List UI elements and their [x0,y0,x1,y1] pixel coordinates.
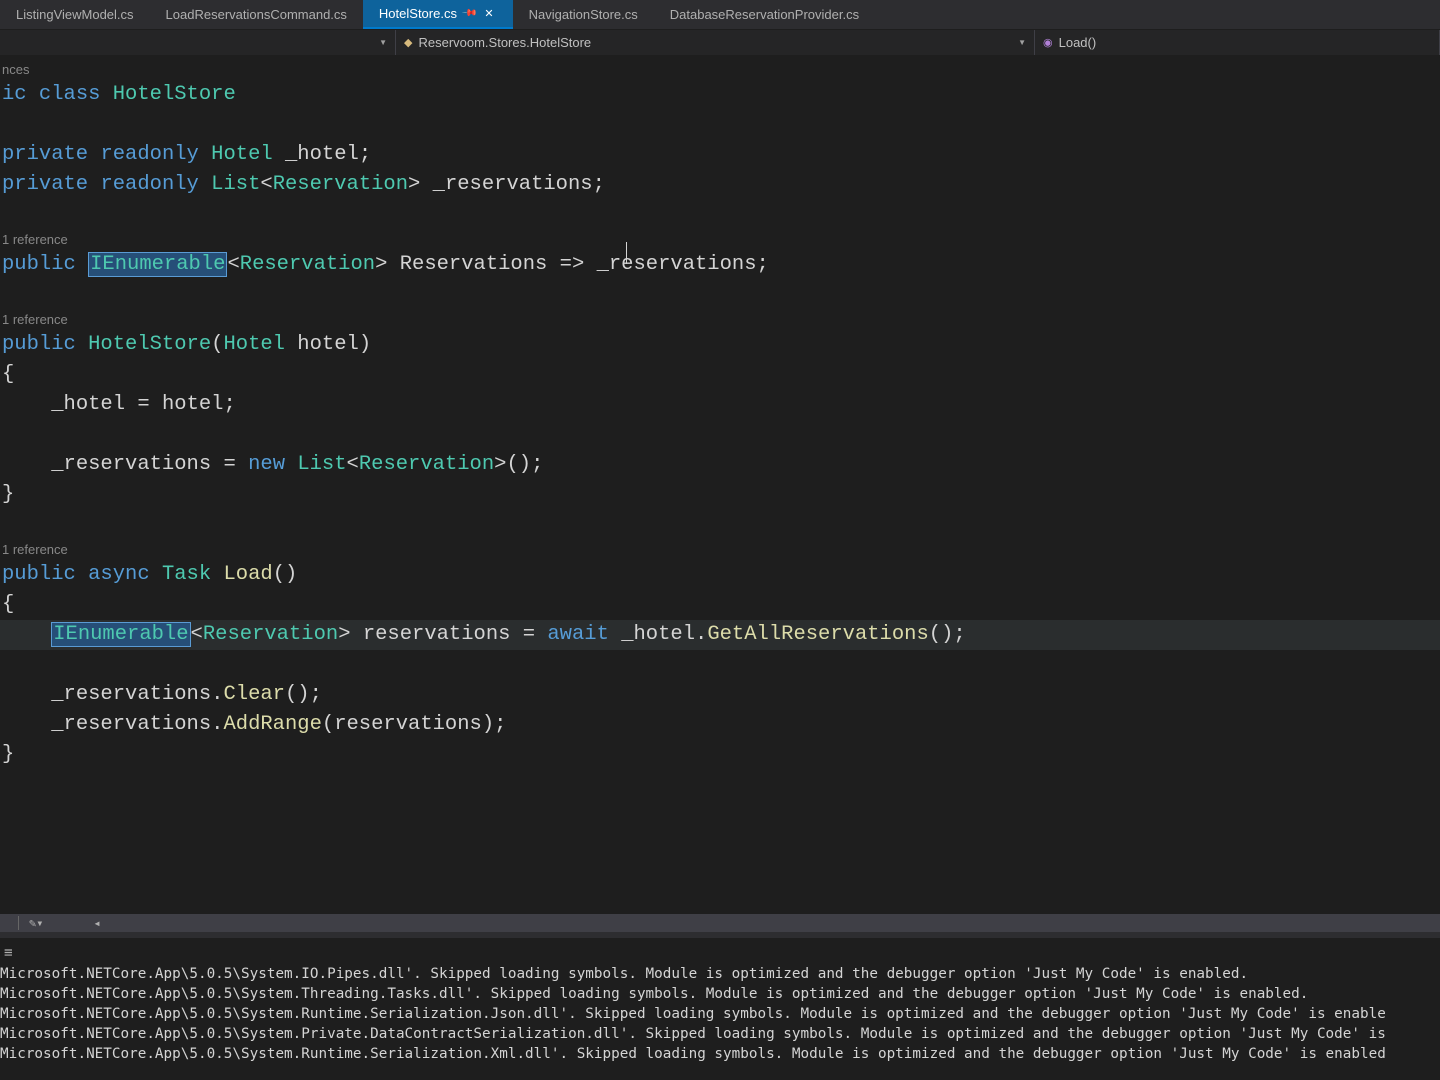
codelens-class[interactable]: nces [0,60,1440,80]
pin-icon[interactable]: 📌 [461,5,478,22]
output-line: Microsoft.NETCore.App\5.0.5\System.Runti… [0,1044,1440,1064]
code-line: private readonly List<Reservation> _rese… [0,170,1440,200]
code-line: } [0,740,1440,770]
code-line: { [0,590,1440,620]
output-line: Microsoft.NETCore.App\5.0.5\System.IO.Pi… [0,964,1440,984]
method-icon: ◉ [1043,36,1053,49]
tab-bar: ListingViewModel.cs LoadReservationsComm… [0,0,1440,30]
code-line: } [0,480,1440,510]
member-dropdown-label: Load() [1059,35,1097,50]
member-dropdown[interactable]: ◉ Load() [1035,30,1440,55]
tab-databasereservationprovider[interactable]: DatabaseReservationProvider.cs [654,0,875,29]
code-line: _reservations = new List<Reservation>(); [0,450,1440,480]
code-line: _reservations.AddRange(reservations); [0,710,1440,740]
navigation-bar: ▼ ◆ Reservoom.Stores.HotelStore ▼ ◉ Load… [0,30,1440,56]
output-line: Microsoft.NETCore.App\5.0.5\System.Priva… [0,1024,1440,1044]
output-line: Microsoft.NETCore.App\5.0.5\System.Threa… [0,984,1440,1004]
chevron-left-icon[interactable]: ◂ [93,916,100,931]
code-line: ic class HotelStore [0,80,1440,110]
code-line-current: IEnumerable<Reservation> reservations = … [0,620,1440,650]
tab-loadreservationscommand[interactable]: LoadReservationsCommand.cs [150,0,363,29]
code-line: public HotelStore(Hotel hotel) [0,330,1440,360]
code-line: _reservations.Clear(); [0,680,1440,710]
code-line: public async Task Load() [0,560,1440,590]
codelens-property[interactable]: 1 reference [0,230,1440,250]
project-dropdown[interactable]: ▼ [0,30,396,55]
class-dropdown[interactable]: ◆ Reservoom.Stores.HotelStore ▼ [396,30,1035,55]
code-line: { [0,360,1440,390]
namespace-icon: ◆ [404,36,412,49]
output-panel: ≡ Microsoft.NETCore.App\5.0.5\System.IO.… [0,932,1440,1064]
chevron-down-icon: ▼ [1018,38,1026,47]
tab-navigationstore[interactable]: NavigationStore.cs [513,0,654,29]
editor-bottom-toolbar: ✎▾ ◂ [0,914,1440,932]
codelens-method[interactable]: 1 reference [0,540,1440,560]
text-cursor [626,242,627,264]
brush-icon[interactable]: ✎▾ [29,916,43,931]
output-line: Microsoft.NETCore.App\5.0.5\System.Runti… [0,1004,1440,1024]
codelens-constructor[interactable]: 1 reference [0,310,1440,330]
code-line: _hotel = hotel; [0,390,1440,420]
code-line: public IEnumerable<Reservation> Reservat… [0,250,1440,280]
code-editor[interactable]: nces ic class HotelStore private readonl… [0,56,1440,914]
chevron-down-icon: ▼ [379,38,387,47]
code-line: private readonly Hotel _hotel; [0,140,1440,170]
tab-hotelstore[interactable]: HotelStore.cs 📌 ✕ [363,0,513,29]
close-icon[interactable]: ✕ [481,6,496,21]
tab-listingviewmodel[interactable]: ListingViewModel.cs [0,0,150,29]
output-indent-icon[interactable]: ≡ [4,943,13,963]
class-dropdown-label: Reservoom.Stores.HotelStore [418,35,591,50]
